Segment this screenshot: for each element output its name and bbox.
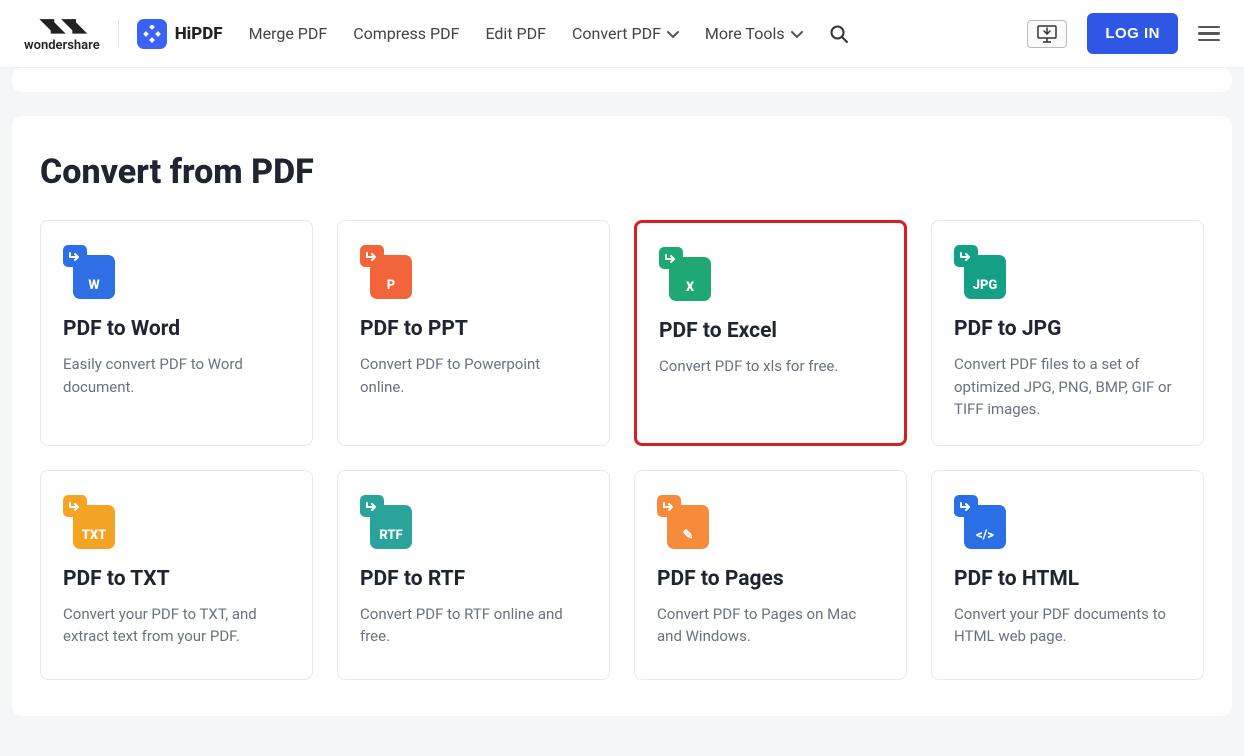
card-icon: X [659,247,711,301]
card-description: Convert your PDF documents to HTML web p… [954,603,1181,648]
main-nav: Merge PDF Compress PDF Edit PDF Convert … [249,24,849,44]
page-content: Convert from PDF W PDF to Word Easily conv… [0,68,1244,756]
chevron-down-icon [791,24,803,43]
wondershare-text: wondershare [24,38,100,53]
nav-merge-pdf[interactable]: Merge PDF [249,24,328,43]
card-title: PDF to Excel [659,319,882,343]
nav-more-label: More Tools [705,24,785,43]
card-title: PDF to TXT [63,567,290,591]
hipdf-brand[interactable]: HiPDF [137,19,223,49]
tool-card[interactable]: RTF PDF to RTF Convert PDF to RTF online a… [337,470,610,680]
tool-card[interactable]: W PDF to Word Easily convert PDF to Word d… [40,220,313,446]
hamburger-menu-icon[interactable] [1198,26,1220,42]
card-icon: P [360,245,412,299]
logo-group: ◥◣◥◣ wondershare HiPDF [24,15,223,53]
app-header: ◥◣◥◣ wondershare HiPDF Merge PDF Compres… [0,0,1244,68]
card-icon: TXT [63,495,115,549]
wondershare-logo[interactable]: ◥◣◥◣ wondershare [24,15,100,53]
card-title: PDF to Pages [657,567,884,591]
convert-from-pdf-section: Convert from PDF W PDF to Word Easily conv… [12,116,1232,716]
card-description: Easily convert PDF to Word document. [63,353,290,398]
nav-compress-pdf[interactable]: Compress PDF [353,24,459,43]
card-title: PDF to HTML [954,567,1181,591]
card-title: PDF to PPT [360,317,587,341]
section-title: Convert from PDF [40,152,1204,192]
card-title: PDF to RTF [360,567,587,591]
card-description: Convert PDF to Pages on Mac and Windows. [657,603,884,648]
card-icon: ✎ [657,495,709,549]
tool-card[interactable]: ✎ PDF to Pages Convert PDF to Pages on Mac… [634,470,907,680]
card-description: Convert PDF to xls for free. [659,355,882,378]
card-title: PDF to JPG [954,317,1181,341]
hipdf-logo-icon [137,19,167,49]
card-description: Convert your PDF to TXT, and extract tex… [63,603,290,648]
tool-card[interactable]: </> PDF to HTML Convert your PDF documents… [931,470,1204,680]
convert-arrow-icon [63,495,87,517]
header-right: LOG IN [1027,13,1220,54]
convert-arrow-icon [954,495,978,517]
wondershare-glyph-icon: ◥◣◥◣ [40,15,83,36]
card-description: Convert PDF files to a set of optimized … [954,353,1181,421]
chevron-down-icon [667,24,679,43]
card-description: Convert PDF to Powerpoint online. [360,353,587,398]
divider [118,20,119,48]
tool-card[interactable]: P PDF to PPT Convert PDF to Powerpoint onl… [337,220,610,446]
login-button[interactable]: LOG IN [1087,13,1178,54]
tool-card[interactable]: JPG PDF to JPG Convert PDF files to a set … [931,220,1204,446]
search-icon[interactable] [829,24,849,44]
convert-arrow-icon [360,245,384,267]
nav-convert-pdf[interactable]: Convert PDF [572,24,679,43]
download-desktop-icon [1036,24,1058,44]
convert-arrow-icon [954,245,978,267]
nav-more-tools[interactable]: More Tools [705,24,803,43]
convert-arrow-icon [657,495,681,517]
card-icon: JPG [954,245,1006,299]
convert-arrow-icon [659,247,683,269]
card-icon: RTF [360,495,412,549]
card-description: Convert PDF to RTF online and free. [360,603,587,648]
download-desktop-button[interactable] [1027,20,1067,48]
tool-card[interactable]: TXT PDF to TXT Convert your PDF to TXT, an… [40,470,313,680]
convert-arrow-icon [63,245,87,267]
card-icon: W [63,245,115,299]
hipdf-name: HiPDF [175,24,223,44]
convert-arrow-icon [360,495,384,517]
previous-section-edge [12,68,1232,92]
nav-edit-pdf[interactable]: Edit PDF [485,24,546,43]
nav-convert-label: Convert PDF [572,24,661,43]
card-title: PDF to Word [63,317,290,341]
card-icon: </> [954,495,1006,549]
tool-card-grid: W PDF to Word Easily convert PDF to Word d… [40,220,1204,680]
tool-card[interactable]: X PDF to Excel Convert PDF to xls for free… [634,220,907,446]
